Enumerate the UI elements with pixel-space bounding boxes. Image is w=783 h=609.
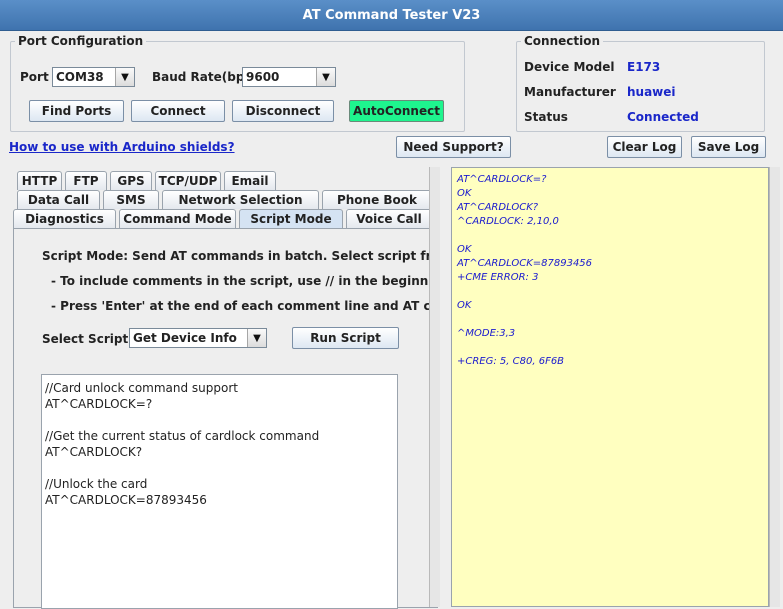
baud-rate-select-value: 9600: [246, 70, 280, 84]
tab-ftp[interactable]: FTP: [65, 171, 107, 190]
script-comment-hint: - To include comments in the script, use…: [51, 274, 435, 288]
tab-voice-call[interactable]: Voice Call: [346, 209, 432, 228]
device-model-label: Device Model: [524, 60, 615, 74]
tab-http[interactable]: HTTP: [17, 171, 62, 190]
panel-scrollbar[interactable]: [429, 167, 440, 607]
port-select[interactable]: COM38 ▼: [52, 67, 135, 87]
chevron-down-icon: ▼: [316, 68, 335, 86]
device-model-value: E173: [627, 60, 661, 74]
need-support-button[interactable]: Need Support?: [396, 136, 511, 158]
run-script-button[interactable]: Run Script: [292, 327, 399, 349]
manufacturer-value: huawei: [627, 85, 676, 99]
disconnect-button[interactable]: Disconnect: [232, 100, 334, 122]
tab-sms[interactable]: SMS: [103, 190, 159, 209]
find-ports-button[interactable]: Find Ports: [29, 100, 124, 122]
tab-data-call[interactable]: Data Call: [17, 190, 100, 209]
tab-network-selection[interactable]: Network Selection: [162, 190, 319, 209]
port-configuration-legend: Port Configuration: [18, 34, 144, 48]
chevron-down-icon: ▼: [247, 329, 266, 347]
response-log[interactable]: AT^CARDLOCK=? OK AT^CARDLOCK? ^CARDLOCK:…: [451, 167, 769, 607]
window-title-bar: AT Command Tester V23: [0, 0, 783, 31]
tab-phone-book[interactable]: Phone Book: [322, 190, 432, 209]
clear-log-button[interactable]: Clear Log: [607, 136, 682, 158]
select-script-label: Select Script: [42, 332, 129, 346]
status-value: Connected: [627, 110, 699, 124]
connect-button[interactable]: Connect: [131, 100, 225, 122]
arduino-help-link[interactable]: How to use with Arduino shields?: [9, 140, 235, 154]
autoconnect-button[interactable]: AutoConnect: [349, 100, 444, 122]
manufacturer-label: Manufacturer: [524, 85, 616, 99]
status-label: Status: [524, 110, 568, 124]
baud-rate-select[interactable]: 9600 ▼: [242, 67, 336, 87]
window-title: AT Command Tester V23: [302, 7, 481, 23]
script-enter-hint: - Press 'Enter' at the end of each comme…: [51, 299, 435, 313]
log-scrollbar[interactable]: [769, 167, 780, 607]
tab-diagnostics[interactable]: Diagnostics: [13, 209, 116, 228]
port-select-value: COM38: [56, 70, 104, 84]
chevron-down-icon: ▼: [115, 68, 134, 86]
save-log-button[interactable]: Save Log: [691, 136, 766, 158]
script-select-value: Get Device Info: [133, 331, 237, 345]
tab-script-mode[interactable]: Script Mode: [239, 209, 343, 228]
tab-command-mode[interactable]: Command Mode: [119, 209, 236, 228]
script-select[interactable]: Get Device Info ▼: [129, 328, 267, 348]
tab-email[interactable]: Email: [224, 171, 276, 190]
tab-gps[interactable]: GPS: [110, 171, 152, 190]
script-editor[interactable]: //Card unlock command support AT^CARDLOC…: [41, 374, 398, 609]
tab-tcp-udp[interactable]: TCP/UDP: [155, 171, 221, 190]
port-label: Port: [20, 70, 49, 84]
script-mode-description: Script Mode: Send AT commands in batch. …: [42, 249, 435, 263]
connection-legend: Connection: [524, 34, 601, 48]
